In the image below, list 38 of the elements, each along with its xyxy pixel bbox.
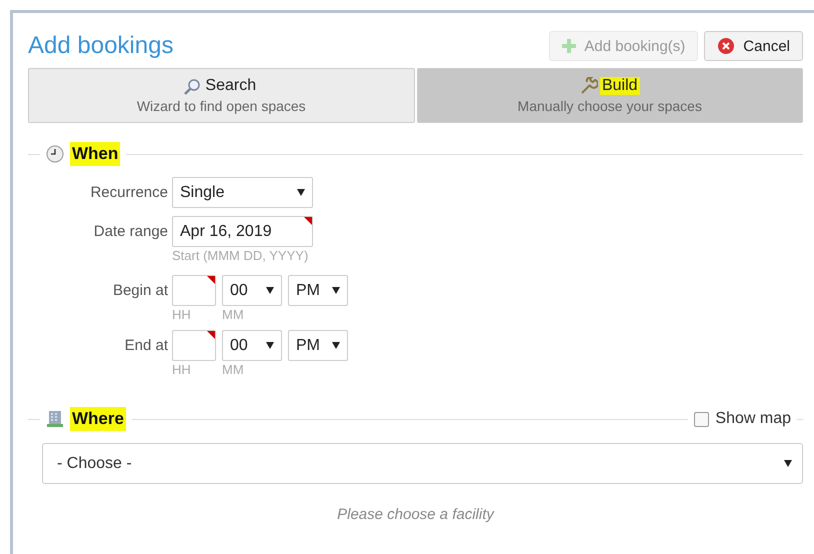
building-icon [46, 410, 64, 428]
caret-icon [332, 342, 340, 349]
section-title: When [70, 142, 120, 166]
section-title: Where [70, 407, 126, 431]
field-hint: Start (MMM DD, YYYY) [172, 248, 310, 263]
field-label: Recurrence [89, 183, 168, 201]
facility-select[interactable]: - Choose - [42, 443, 803, 484]
field-label: End at [124, 336, 168, 354]
caret-icon [784, 460, 792, 467]
caret-icon [297, 189, 305, 196]
dialog-title: Add bookings [28, 32, 174, 60]
minute-select[interactable]: 00 [222, 275, 282, 306]
ampm-select[interactable]: PM [288, 330, 348, 361]
cancel-button[interactable]: Cancel [704, 31, 803, 61]
hour-input[interactable] [172, 330, 216, 361]
field-label: Begin at [112, 281, 168, 299]
search-icon [184, 78, 202, 94]
caret-icon [266, 342, 274, 349]
recurrence-select[interactable]: Single [172, 177, 313, 208]
mode-tab[interactable]: Search Wizard to find open spaces [28, 68, 414, 123]
mode-tab[interactable]: Build Manually choose your spaces [416, 68, 803, 123]
caret-icon [332, 287, 340, 294]
wrench-icon [580, 77, 598, 95]
field-hint: MM [222, 362, 245, 377]
ampm-select[interactable]: PM [288, 275, 348, 306]
minute-select[interactable]: 00 [222, 330, 282, 361]
caret-icon [266, 287, 274, 294]
close-icon [717, 37, 736, 55]
date-input[interactable]: Apr 16, 2019 [172, 216, 313, 247]
show-map-checkbox[interactable]: Show map [694, 410, 791, 428]
field-hint: HH [172, 362, 192, 377]
field-hint: HH [172, 307, 192, 322]
hour-input[interactable] [172, 275, 216, 306]
field-label: Date range [92, 222, 168, 240]
plus-icon [562, 39, 576, 53]
empty-message: Please choose a facility [336, 506, 496, 523]
field-hint: MM [222, 307, 245, 322]
clock-icon [46, 145, 64, 163]
